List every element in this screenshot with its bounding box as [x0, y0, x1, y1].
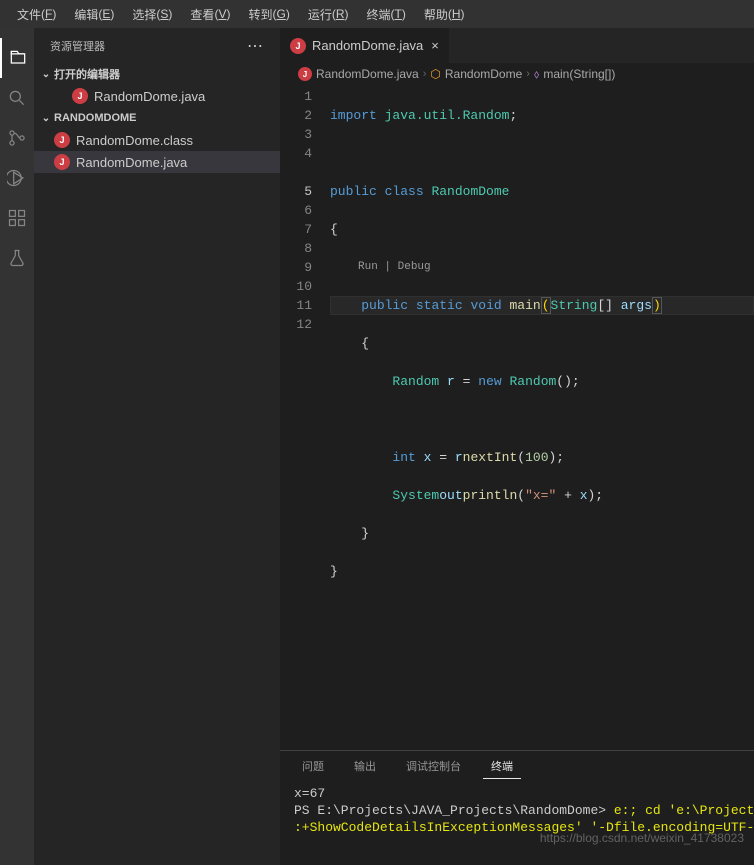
chevron-right-icon: › — [423, 68, 427, 80]
tab-label: RandomDome.java — [312, 38, 423, 53]
panel-tab-problems[interactable]: 问题 — [294, 754, 332, 778]
java-file-icon: J — [290, 38, 306, 54]
more-actions-icon[interactable]: ⋯ — [247, 36, 264, 56]
close-icon[interactable]: × — [431, 38, 439, 53]
bottom-panel: 问题 输出 调试控制台 终端 x=67PS E:\Projects\JAVA_P… — [280, 750, 754, 865]
panel-tab-debug-console[interactable]: 调试控制台 — [398, 754, 469, 778]
explorer-icon[interactable] — [0, 38, 34, 78]
test-icon[interactable] — [0, 238, 34, 278]
panel-tab-terminal[interactable]: 终端 — [483, 754, 521, 779]
chevron-right-icon: › — [526, 68, 530, 80]
file-label: RandomDome.class — [76, 133, 193, 148]
search-icon[interactable] — [0, 78, 34, 118]
menu-select[interactable]: 选择(S) — [123, 0, 181, 28]
menu-view[interactable]: 查看(V) — [181, 0, 239, 28]
class-file-icon: J — [54, 132, 70, 148]
terminal-output[interactable]: x=67PS E:\Projects\JAVA_Projects\RandomD… — [280, 781, 754, 865]
file-label: RandomDome.java — [76, 155, 187, 170]
menu-file[interactable]: 文件(F) — [8, 0, 65, 28]
activity-bar — [0, 28, 34, 865]
workspace-section[interactable]: ⌄ RANDOMDOME — [34, 107, 280, 129]
debug-icon[interactable] — [0, 158, 34, 198]
chevron-down-icon: ⌄ — [38, 113, 54, 124]
code-body[interactable]: import java.util.Random; public class Ra… — [330, 85, 754, 750]
menubar: 文件(F) 编辑(E) 选择(S) 查看(V) 转到(G) 运行(R) 终端(T… — [0, 0, 754, 28]
open-editors-section[interactable]: ⌄ 打开的编辑器 — [34, 63, 280, 85]
menu-terminal[interactable]: 终端(T) — [358, 0, 415, 28]
sidebar-header: 资源管理器 ⋯ — [34, 28, 280, 63]
gutter: 1 2 3 4 5 6 7 8 9 10 11 12 — [280, 85, 330, 750]
extensions-icon[interactable] — [0, 198, 34, 238]
java-file-icon: J — [72, 88, 88, 104]
class-symbol-icon: ⬡ — [430, 67, 440, 81]
menu-goto[interactable]: 转到(G) — [239, 0, 298, 28]
chevron-down-icon: ⌄ — [38, 69, 54, 80]
file-tree-item[interactable]: J RandomDome.java — [34, 151, 280, 173]
menu-edit[interactable]: 编辑(E) — [65, 0, 123, 28]
sidebar-title: 资源管理器 — [50, 38, 105, 54]
editor-tab[interactable]: J RandomDome.java × — [280, 28, 450, 63]
tabs-bar: J RandomDome.java × — [280, 28, 754, 63]
open-editor-item[interactable]: J RandomDome.java — [34, 85, 280, 107]
sidebar: 资源管理器 ⋯ ⌄ 打开的编辑器 J RandomDome.java ⌄ RAN… — [34, 28, 280, 865]
breadcrumb[interactable]: J RandomDome.java › ⬡ RandomDome › ⬨ mai… — [280, 63, 754, 85]
editor-area: J RandomDome.java × J RandomDome.java › … — [280, 28, 754, 865]
panel-tab-output[interactable]: 输出 — [346, 754, 384, 778]
code-editor[interactable]: 1 2 3 4 5 6 7 8 9 10 11 12 import java.u… — [280, 85, 754, 750]
method-symbol-icon: ⬨ — [534, 67, 539, 82]
menu-run[interactable]: 运行(R) — [299, 0, 358, 28]
menu-help[interactable]: 帮助(H) — [415, 0, 474, 28]
file-tree-item[interactable]: J RandomDome.class — [34, 129, 280, 151]
java-file-icon: J — [54, 154, 70, 170]
java-file-icon: J — [298, 67, 312, 81]
panel-tabs: 问题 输出 调试控制台 终端 — [280, 751, 754, 781]
source-control-icon[interactable] — [0, 118, 34, 158]
codelens[interactable]: Run | Debug — [330, 258, 754, 277]
file-label: RandomDome.java — [94, 89, 205, 104]
